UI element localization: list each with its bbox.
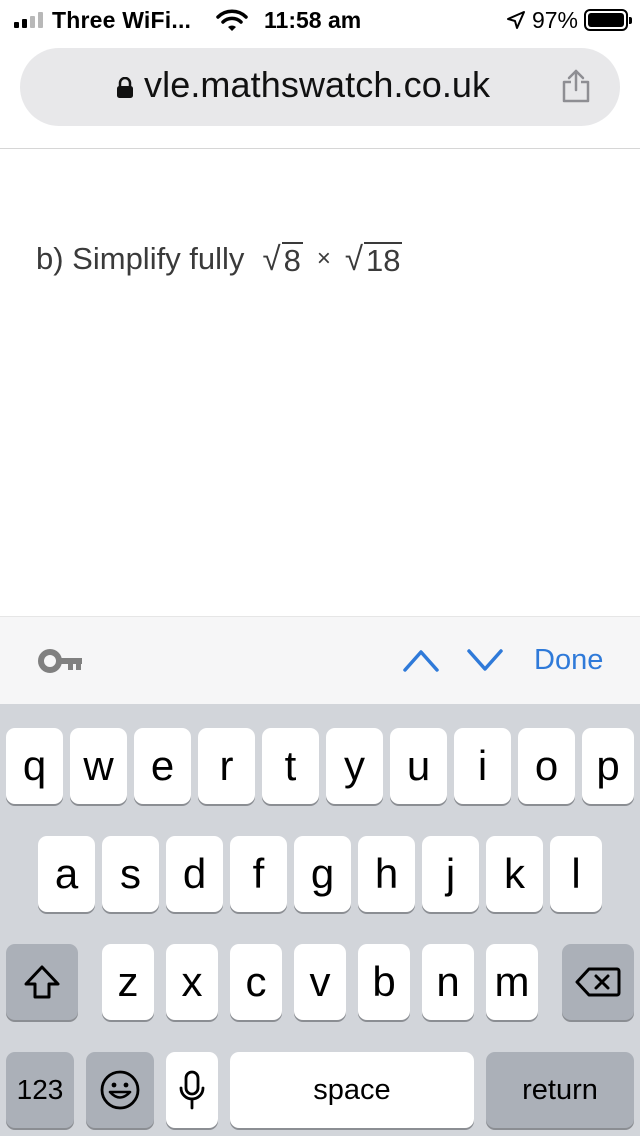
shift-arrow-icon xyxy=(24,965,60,999)
shift-key[interactable] xyxy=(6,944,78,1020)
return-key[interactable]: return xyxy=(486,1052,634,1128)
key-c[interactable]: c xyxy=(230,944,282,1020)
key-e[interactable]: e xyxy=(134,728,191,804)
question-text: b) Simplify fully √ 8 × √ 18 xyxy=(36,240,403,278)
key-i[interactable]: i xyxy=(454,728,511,804)
keyboard-accessory-bar: Done xyxy=(0,616,640,704)
key-g[interactable]: g xyxy=(294,836,351,912)
key-o[interactable]: o xyxy=(518,728,575,804)
done-button[interactable]: Done xyxy=(534,644,603,677)
backspace-key[interactable] xyxy=(562,944,634,1020)
key-s[interactable]: s xyxy=(102,836,159,912)
status-left: Three WiFi... xyxy=(14,6,191,34)
emoji-icon xyxy=(100,1070,140,1110)
key-x[interactable]: x xyxy=(166,944,218,1020)
key-t[interactable]: t xyxy=(262,728,319,804)
battery-percentage: 97% xyxy=(531,6,578,33)
radical-sign: √ xyxy=(344,240,363,277)
key-b[interactable]: b xyxy=(358,944,410,1020)
address-bar[interactable]: vle.mathswatch.co.uk xyxy=(20,48,620,126)
battery-icon xyxy=(584,9,632,31)
key-m[interactable]: m xyxy=(486,944,538,1020)
space-key[interactable]: space xyxy=(230,1052,474,1128)
key-d[interactable]: d xyxy=(166,836,223,912)
key-u[interactable]: u xyxy=(390,728,447,804)
signal-strength-icon xyxy=(14,12,43,28)
radicand-2: 18 xyxy=(363,242,403,278)
url-text[interactable]: vle.mathswatch.co.uk xyxy=(144,64,490,106)
key-l[interactable]: l xyxy=(550,836,602,912)
key-r[interactable]: r xyxy=(198,728,255,804)
key-h[interactable]: h xyxy=(358,836,415,912)
lock-icon xyxy=(117,77,133,98)
keyboard: q w e r t y u i o p a s d f g h j k l z … xyxy=(0,704,640,1136)
radical-sign: √ xyxy=(262,240,281,277)
carrier-name: Three WiFi... xyxy=(52,6,192,33)
location-arrow-icon xyxy=(506,11,525,29)
clock: 11:58 am xyxy=(264,7,362,33)
key-p[interactable]: p xyxy=(582,728,634,804)
key-w[interactable]: w xyxy=(70,728,127,804)
status-bar: Three WiFi... 11:58 am 97% xyxy=(0,0,640,40)
numbers-key[interactable]: 123 xyxy=(6,1052,74,1128)
wifi-icon xyxy=(216,9,248,31)
share-icon[interactable] xyxy=(560,68,592,104)
microphone-icon xyxy=(179,1070,205,1110)
square-root-2: √ 18 xyxy=(345,240,403,278)
key-v[interactable]: v xyxy=(294,944,346,1020)
chevron-up-icon[interactable] xyxy=(402,647,440,673)
key-n[interactable]: n xyxy=(422,944,474,1020)
password-key-icon[interactable] xyxy=(38,647,84,675)
toolbar-divider xyxy=(0,148,640,149)
key-j[interactable]: j xyxy=(422,836,479,912)
key-a[interactable]: a xyxy=(38,836,95,912)
radicand-1: 8 xyxy=(281,242,303,278)
emoji-key[interactable] xyxy=(86,1052,154,1128)
status-right: 97% xyxy=(506,6,632,34)
square-root-1: √ 8 xyxy=(262,240,303,278)
key-y[interactable]: y xyxy=(326,728,383,804)
dictation-key[interactable] xyxy=(166,1052,218,1128)
multiply-operator: × xyxy=(316,245,331,272)
key-k[interactable]: k xyxy=(486,836,543,912)
key-f[interactable]: f xyxy=(230,836,287,912)
question-label: b) Simplify fully xyxy=(36,241,245,276)
key-q[interactable]: q xyxy=(6,728,63,804)
chevron-down-icon[interactable] xyxy=(466,647,504,673)
backspace-icon xyxy=(575,967,621,997)
key-z[interactable]: z xyxy=(102,944,154,1020)
